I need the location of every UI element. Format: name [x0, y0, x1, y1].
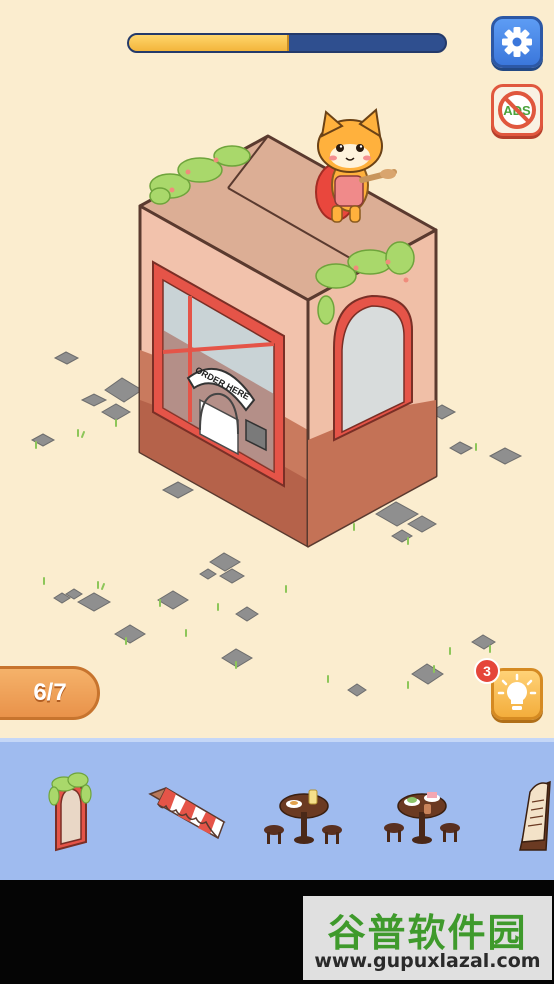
- tray-item-menu-board[interactable]: [490, 762, 554, 862]
- watermark-url: www.gupuxlazal.com: [314, 950, 541, 972]
- gear-icon: [502, 27, 532, 57]
- level-progress-bar: [127, 33, 447, 53]
- tray-item-cafe-table-drink[interactable]: [254, 762, 354, 862]
- game-scene[interactable]: ORDER HERE: [0, 0, 554, 740]
- watermark: 谷普软件园 www.gupuxlazal.com: [303, 896, 552, 980]
- item-tray: [0, 738, 554, 880]
- watermark-title: 谷普软件园: [327, 911, 528, 955]
- tray-item-striped-awning[interactable]: [136, 762, 236, 862]
- lightbulb-icon: [497, 673, 537, 710]
- remove-ads-button[interactable]: ADS: [491, 84, 543, 136]
- shop-building: ORDER HERE: [138, 134, 438, 548]
- menu-board-icon: [519, 780, 551, 851]
- tray-item-ivy-arch-window[interactable]: [18, 762, 118, 862]
- no-ads-icon: ADS: [498, 91, 536, 129]
- level-counter: 6/7: [0, 666, 100, 720]
- awning-icon: [148, 786, 226, 840]
- arch-window-icon: [48, 772, 92, 852]
- table-icon: [384, 792, 460, 844]
- tray-item-cafe-table-cake[interactable]: [372, 762, 472, 862]
- settings-button[interactable]: [491, 16, 543, 68]
- table-icon: [264, 789, 342, 844]
- progress-fill: [129, 35, 289, 51]
- level-counter-text: 6/7: [33, 679, 67, 706]
- hint-count-badge: 3: [474, 658, 500, 684]
- scene-artwork: ORDER HERE: [30, 108, 523, 697]
